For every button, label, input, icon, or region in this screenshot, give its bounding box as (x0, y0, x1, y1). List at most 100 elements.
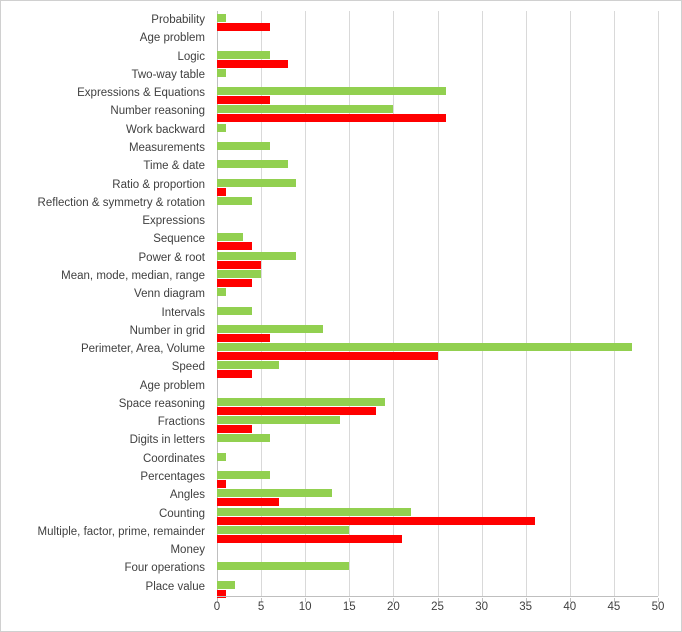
bar-green[interactable] (217, 361, 279, 370)
bar-green[interactable] (217, 288, 226, 297)
bar-green[interactable] (217, 233, 244, 242)
category-label: Logic (1, 48, 212, 66)
category-label-text: Place value (145, 580, 205, 593)
x-tick-label: 35 (519, 601, 533, 613)
category-label-text: Space reasoning (118, 397, 205, 410)
bar-green[interactable] (217, 507, 412, 516)
bar-row (217, 249, 658, 269)
category-label: Intervals (1, 304, 212, 322)
category-label-text: Logic (177, 50, 206, 63)
category-label-text: Two-way table (131, 68, 205, 81)
bar-green[interactable] (217, 50, 270, 59)
bar-row (217, 48, 658, 68)
bar-rows (217, 11, 658, 598)
category-label-text: Percentages (140, 471, 205, 484)
category-label: Speed (1, 358, 212, 376)
bar-green[interactable] (217, 397, 385, 406)
category-label: Place value (1, 578, 212, 596)
bar-green[interactable] (217, 343, 632, 352)
bar-green[interactable] (217, 525, 350, 534)
bar-row (217, 468, 658, 489)
category-label: Age problem (1, 377, 212, 395)
category-label-text: Four operations (124, 562, 205, 575)
bar-green[interactable] (217, 434, 270, 443)
bar-green[interactable] (217, 471, 270, 480)
category-label-text: Time & date (143, 160, 205, 173)
bar-row (217, 212, 658, 230)
x-tick-label: 0 (213, 601, 221, 613)
category-label-text: Coordinates (142, 452, 205, 465)
bar-row (217, 285, 658, 303)
x-tick-label: 40 (563, 601, 577, 613)
bar-green[interactable] (217, 580, 235, 589)
category-label: Ratio & proportion (1, 176, 212, 194)
bar-green[interactable] (217, 68, 226, 77)
bar-row (217, 377, 658, 395)
bar-row (217, 267, 658, 287)
category-label-text: Speed (171, 361, 205, 374)
bar-row (217, 139, 658, 157)
x-tick-label: 15 (342, 601, 356, 613)
x-tick-label: 25 (431, 601, 444, 613)
bar-green[interactable] (217, 562, 350, 571)
category-label-text: Angles (169, 489, 205, 502)
category-label-text: Age problem (139, 32, 205, 45)
category-label: Two-way table (1, 66, 212, 84)
category-label: Sequence (1, 230, 212, 248)
x-axis-line (217, 596, 658, 597)
bar-green[interactable] (217, 141, 270, 150)
bar-green[interactable] (217, 416, 341, 425)
bar-green[interactable] (217, 123, 226, 132)
bar-green[interactable] (217, 306, 253, 315)
category-label-text: Sequence (153, 233, 205, 246)
category-label-text: Mean, mode, median, range (61, 269, 205, 282)
bar-row (217, 11, 658, 31)
category-label-text: Intervals (161, 306, 205, 319)
bar-row (217, 431, 658, 449)
category-label: Expressions (1, 212, 212, 230)
category-label: Venn diagram (1, 285, 212, 303)
category-label: Time & date (1, 157, 212, 175)
bar-green[interactable] (217, 105, 394, 114)
bar-row (217, 29, 658, 47)
bar-green[interactable] (217, 196, 253, 205)
bar-green[interactable] (217, 14, 226, 22)
x-tick-label: 5 (257, 601, 265, 613)
bar-row (217, 102, 658, 123)
bar-row (217, 505, 658, 525)
category-label: Fractions (1, 413, 212, 431)
category-label-text: Venn diagram (134, 288, 205, 301)
category-label-text: Perimeter, Area, Volume (80, 343, 205, 356)
bar-row (217, 559, 658, 577)
category-label: Work backward (1, 121, 212, 139)
category-label: Digits in letters (1, 431, 212, 449)
bar-row (217, 304, 658, 322)
bar-green[interactable] (217, 452, 226, 461)
category-label-text: Digits in letters (129, 434, 205, 447)
bar-row (217, 413, 658, 434)
bar-green[interactable] (217, 251, 297, 260)
bar-row (217, 523, 658, 543)
bar-row (217, 157, 658, 175)
category-label: Space reasoning (1, 395, 212, 413)
bar-row (217, 358, 658, 379)
bar-green[interactable] (217, 324, 323, 333)
bar-row (217, 340, 658, 361)
category-label: Number reasoning (1, 102, 212, 120)
bar-row (217, 176, 658, 196)
category-label-text: Expressions & Equations (77, 87, 205, 100)
category-label: Perimeter, Area, Volume (1, 340, 212, 358)
bar-row (217, 395, 658, 415)
bar-green[interactable] (217, 160, 288, 169)
category-label: Money (1, 541, 212, 559)
bar-green[interactable] (217, 489, 332, 498)
category-label: Expressions & Equations (1, 84, 212, 102)
category-label-text: Fractions (157, 416, 205, 429)
bar-green[interactable] (217, 87, 447, 96)
bar-green[interactable] (217, 178, 297, 187)
gridline (658, 11, 659, 596)
bar-green[interactable] (217, 269, 262, 278)
category-label: Mean, mode, median, range (1, 267, 212, 285)
category-label-text: Ratio & proportion (112, 178, 205, 191)
x-axis-tick-labels: 0 5 10 15 20 25 30 35 40 45 50 (1, 598, 682, 618)
